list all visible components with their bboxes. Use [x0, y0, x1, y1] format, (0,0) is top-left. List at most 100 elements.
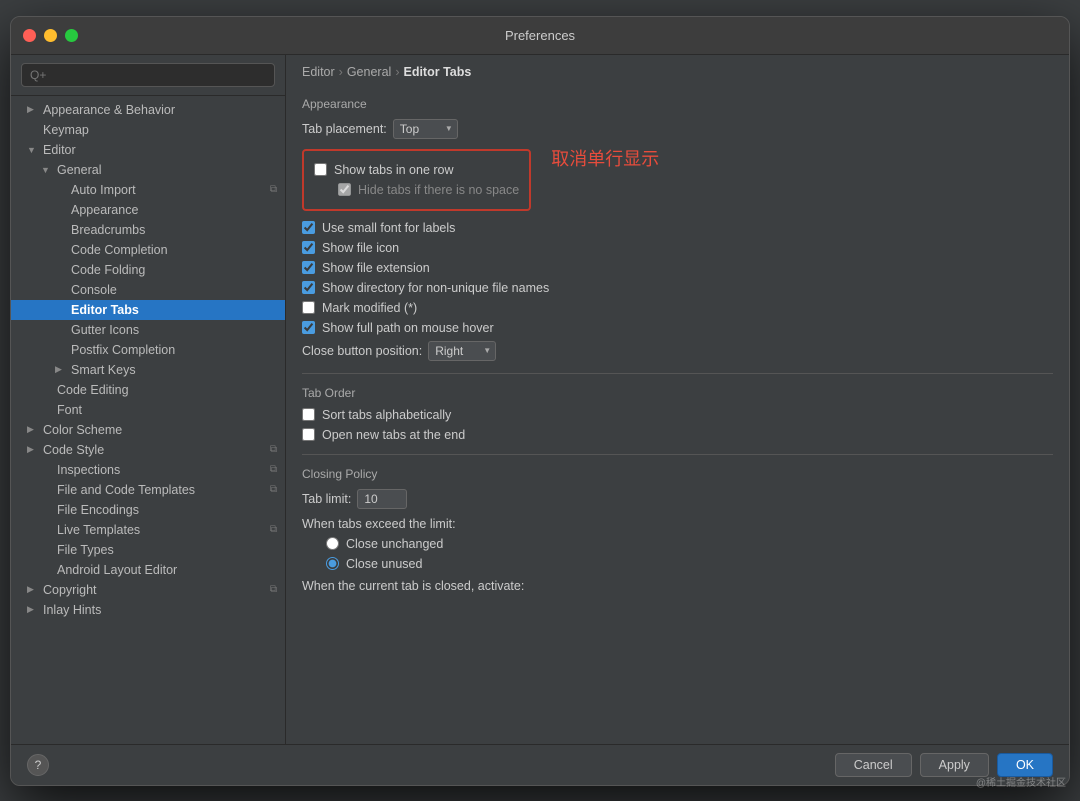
show-tabs-label[interactable]: Show tabs in one row [314, 163, 454, 177]
sidebar-item-label: Gutter Icons [71, 323, 139, 337]
chevron-right-icon: ▶ [27, 104, 41, 115]
sidebar-item-label: Font [57, 403, 82, 417]
sidebar-item-label: Editor Tabs [71, 303, 139, 317]
show-tabs-row: Show tabs in one row [314, 163, 519, 177]
sort-tabs-checkbox[interactable] [302, 408, 315, 421]
chevron-right-icon: ▶ [55, 364, 69, 375]
sidebar-item-breadcrumbs[interactable]: Breadcrumbs [11, 220, 285, 240]
close-button[interactable] [23, 29, 36, 42]
show-file-extension-checkbox[interactable] [302, 261, 315, 274]
sidebar-item-live-templates[interactable]: Live Templates ⧉ [11, 520, 285, 540]
tabs-row-box: Show tabs in one row Hide tabs if there … [302, 149, 531, 211]
current-tab-closed-row: When the current tab is closed, activate… [302, 579, 1053, 593]
minimize-button[interactable] [44, 29, 57, 42]
sidebar-item-label: Code Style [43, 443, 104, 457]
close-unchanged-label[interactable]: Close unchanged [326, 537, 443, 551]
show-directory-label[interactable]: Show directory for non-unique file names [302, 281, 549, 295]
sidebar-item-file-code-templates[interactable]: File and Code Templates ⧉ [11, 480, 285, 500]
tab-placement-label: Tab placement: [302, 122, 387, 136]
tab-placement-select[interactable]: Top Bottom Left Right None [393, 119, 458, 139]
hide-tabs-checkbox[interactable] [338, 183, 351, 196]
close-unchanged-radio[interactable] [326, 537, 339, 550]
mark-modified-label[interactable]: Mark modified (*) [302, 301, 417, 315]
sidebar-item-copyright[interactable]: ▶ Copyright ⧉ [11, 580, 285, 600]
sidebar-item-auto-import[interactable]: Auto Import ⧉ [11, 180, 285, 200]
sidebar-item-label: Copyright [43, 583, 97, 597]
show-file-icon-checkbox[interactable] [302, 241, 315, 254]
close-unused-label[interactable]: Close unused [326, 557, 422, 571]
sidebar-item-label: Appearance [71, 203, 138, 217]
sidebar-item-editor-tabs[interactable]: Editor Tabs [11, 300, 285, 320]
sidebar-item-label: Color Scheme [43, 423, 122, 437]
open-new-tabs-checkbox[interactable] [302, 428, 315, 441]
sidebar-item-editor[interactable]: ▼ Editor [11, 140, 285, 160]
maximize-button[interactable] [65, 29, 78, 42]
use-small-font-row: Use small font for labels [302, 221, 1053, 235]
sidebar-item-code-completion[interactable]: Code Completion [11, 240, 285, 260]
breadcrumb-sep-2: › [395, 65, 399, 79]
show-file-icon-label[interactable]: Show file icon [302, 241, 399, 255]
sidebar-item-keymap[interactable]: Keymap [11, 120, 285, 140]
sidebar-item-file-types[interactable]: File Types [11, 540, 285, 560]
sort-tabs-row: Sort tabs alphabetically [302, 408, 1053, 422]
sidebar-item-console[interactable]: Console [11, 280, 285, 300]
sidebar-item-postfix-completion[interactable]: Postfix Completion [11, 340, 285, 360]
sidebar-item-label: Keymap [43, 123, 89, 137]
sidebar-item-smart-keys[interactable]: ▶ Smart Keys [11, 360, 285, 380]
show-full-path-checkbox[interactable] [302, 321, 315, 334]
sidebar-item-label: Breadcrumbs [71, 223, 145, 237]
sidebar-item-color-scheme[interactable]: ▶ Color Scheme [11, 420, 285, 440]
help-button[interactable]: ? [27, 754, 49, 776]
sidebar-item-code-style[interactable]: ▶ Code Style ⧉ [11, 440, 285, 460]
sidebar-item-inspections[interactable]: Inspections ⧉ [11, 460, 285, 480]
sidebar-item-label: Inlay Hints [43, 603, 101, 617]
sidebar-item-appearance-behavior[interactable]: ▶ Appearance & Behavior [11, 100, 285, 120]
show-file-extension-text: Show file extension [322, 261, 430, 275]
hide-tabs-label[interactable]: Hide tabs if there is no space [338, 183, 519, 197]
breadcrumb: Editor › General › Editor Tabs [286, 55, 1069, 85]
divider-1 [302, 373, 1053, 374]
close-unused-radio[interactable] [326, 557, 339, 570]
sidebar-item-label: Smart Keys [71, 363, 136, 377]
sidebar-item-file-encodings[interactable]: File Encodings [11, 500, 285, 520]
close-button-position-select[interactable]: Right Left Inactive [428, 341, 496, 361]
close-button-position-select-wrapper: Right Left Inactive [428, 341, 496, 361]
when-exceed-label: When tabs exceed the limit: [302, 517, 456, 531]
mark-modified-checkbox[interactable] [302, 301, 315, 314]
appearance-section-header: Appearance [302, 97, 1053, 111]
sidebar-item-label: Postfix Completion [71, 343, 175, 357]
sort-tabs-label[interactable]: Sort tabs alphabetically [302, 408, 451, 422]
main-layout: ▶ Appearance & Behavior Keymap ▼ Editor … [11, 55, 1069, 744]
open-new-tabs-label[interactable]: Open new tabs at the end [302, 428, 465, 442]
use-small-font-label[interactable]: Use small font for labels [302, 221, 455, 235]
open-new-tabs-text: Open new tabs at the end [322, 428, 465, 442]
show-file-extension-label[interactable]: Show file extension [302, 261, 430, 275]
sidebar: ▶ Appearance & Behavior Keymap ▼ Editor … [11, 55, 286, 744]
sidebar-item-android-layout-editor[interactable]: Android Layout Editor [11, 560, 285, 580]
show-file-icon-text: Show file icon [322, 241, 399, 255]
cancel-button[interactable]: Cancel [835, 753, 912, 777]
sidebar-item-appearance[interactable]: Appearance [11, 200, 285, 220]
closing-policy-section-header: Closing Policy [302, 467, 1053, 481]
sidebar-item-label: File and Code Templates [57, 483, 195, 497]
show-tabs-checkbox[interactable] [314, 163, 327, 176]
apply-button[interactable]: Apply [920, 753, 989, 777]
ok-button[interactable]: OK [997, 753, 1053, 777]
mark-modified-text: Mark modified (*) [322, 301, 417, 315]
sidebar-item-general[interactable]: ▼ General [11, 160, 285, 180]
tab-limit-input[interactable] [357, 489, 407, 509]
sidebar-item-code-editing[interactable]: Code Editing [11, 380, 285, 400]
sidebar-item-code-folding[interactable]: Code Folding [11, 260, 285, 280]
show-full-path-label[interactable]: Show full path on mouse hover [302, 321, 494, 335]
sidebar-item-gutter-icons[interactable]: Gutter Icons [11, 320, 285, 340]
sidebar-item-font[interactable]: Font [11, 400, 285, 420]
search-input[interactable] [21, 63, 275, 87]
close-unused-text: Close unused [346, 557, 422, 571]
sidebar-item-label: Code Completion [71, 243, 168, 257]
sidebar-item-inlay-hints[interactable]: ▶ Inlay Hints [11, 600, 285, 620]
current-tab-closed-label: When the current tab is closed, activate… [302, 579, 524, 593]
sidebar-item-label: General [57, 163, 101, 177]
divider-2 [302, 454, 1053, 455]
use-small-font-checkbox[interactable] [302, 221, 315, 234]
show-directory-checkbox[interactable] [302, 281, 315, 294]
